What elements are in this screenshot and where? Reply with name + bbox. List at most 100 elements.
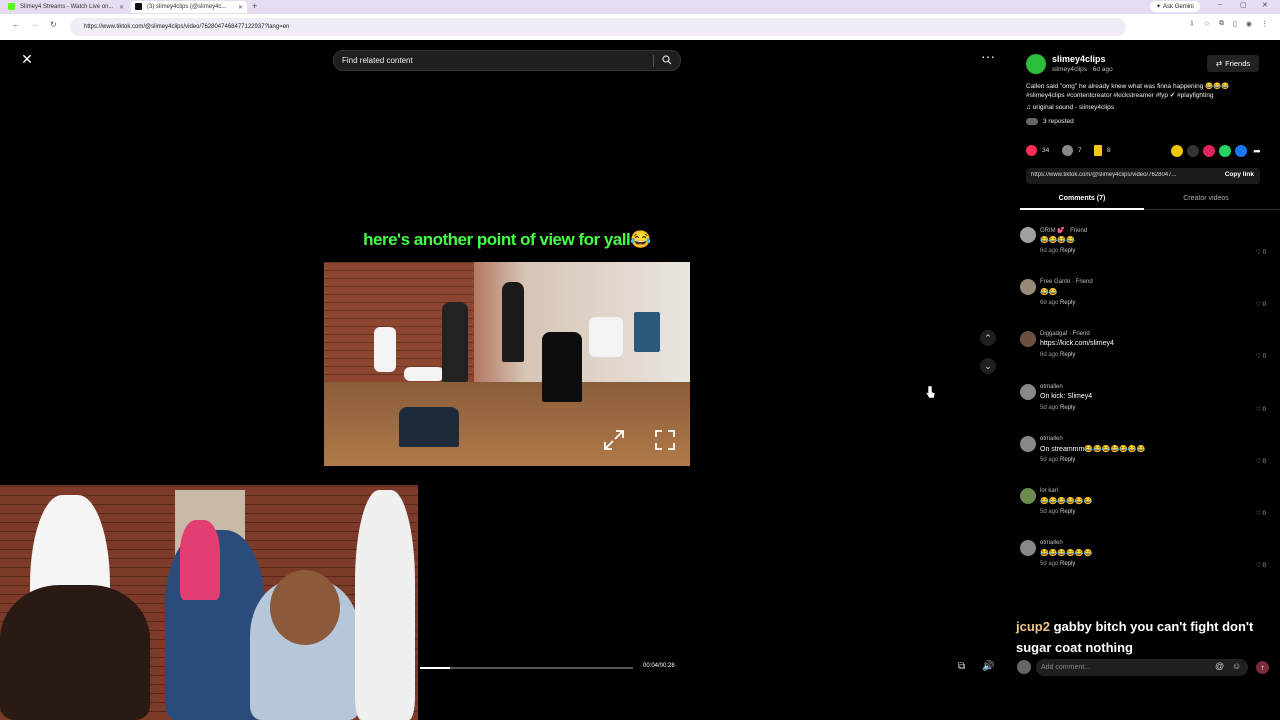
minimize-icon[interactable]: – <box>1218 1 1222 8</box>
new-tab-button[interactable]: + <box>252 1 257 11</box>
comment-item: GRIM 💕 · Friend 😂😂😂😂 6d ago Reply ♡ 0 <box>1020 227 1270 267</box>
close-tab-icon[interactable]: ✕ <box>238 4 243 11</box>
author-name[interactable]: slimey4clips <box>1052 54 1106 64</box>
reply-button[interactable]: Reply <box>1060 352 1075 358</box>
tab-strip: Slimey4 Streams - Watch Live on... ✕ (3)… <box>0 0 1280 14</box>
avatar[interactable] <box>1020 279 1036 296</box>
comment-like-button[interactable]: ♡ 0 <box>1256 562 1266 569</box>
avatar[interactable] <box>1020 540 1036 557</box>
search-icon[interactable] <box>662 55 672 65</box>
comment-like-button[interactable]: ♡ 0 <box>1256 510 1266 517</box>
friends-button[interactable]: ⇄ Friends <box>1207 55 1259 72</box>
avatar[interactable] <box>1020 435 1036 452</box>
comment-button[interactable]: 7 <box>1062 145 1082 156</box>
reply-button[interactable]: Reply <box>1060 248 1075 254</box>
sidebar-icon[interactable]: ▯ <box>1233 20 1237 28</box>
volume-icon[interactable]: 🔊 <box>982 661 996 675</box>
search-input[interactable]: Find related content <box>333 50 681 71</box>
post-link: https://www.tiktok.com/@slimey4clips/vid… <box>1031 172 1177 178</box>
friends-icon: ⇄ <box>1215 59 1223 68</box>
comment-like-count: 0 <box>1262 250 1266 256</box>
ask-gemini-button[interactable]: ✦ Ask Gemini <box>1150 1 1200 12</box>
more-options-icon[interactable]: ··· <box>978 49 998 66</box>
comment-author[interactable]: otmallen <box>1040 540 1063 546</box>
embed-icon[interactable] <box>1187 145 1199 157</box>
install-app-icon[interactable]: ⇩ <box>1189 20 1195 28</box>
comment-time: 5d ago <box>1040 509 1059 515</box>
fullscreen-icon[interactable] <box>653 428 677 452</box>
avatar[interactable] <box>1026 54 1046 74</box>
comment-author[interactable]: otmallen <box>1040 384 1063 390</box>
gaming-chair <box>542 332 582 402</box>
avatar[interactable] <box>1020 227 1036 243</box>
comment-like-count: 0 <box>1262 302 1266 309</box>
wood-floor <box>324 382 690 466</box>
comment-text: 😂😂😂😂 <box>1040 237 1075 244</box>
share-gold-icon[interactable] <box>1171 145 1183 157</box>
picture-in-picture-icon[interactable]: ⧉ <box>958 661 972 675</box>
expand-icon[interactable] <box>602 428 626 452</box>
address-bar[interactable]: https://www.tiktok.com/@slimey4clips/vid… <box>70 18 1126 36</box>
send-icon[interactable] <box>1203 145 1215 157</box>
kick-favicon-icon <box>8 3 15 10</box>
send-comment-button[interactable]: ↑ <box>1256 661 1269 674</box>
comment-time: 5d ago <box>1040 561 1059 568</box>
save-button[interactable]: 8 <box>1094 145 1111 156</box>
chat-username: jcup2 <box>1016 619 1050 634</box>
avatar[interactable] <box>1020 331 1036 348</box>
back-icon[interactable]: ← <box>12 20 20 29</box>
comment-time: 6d ago <box>1040 248 1059 254</box>
video-frame[interactable] <box>324 262 690 466</box>
comment-like-button[interactable]: ♡ 0 <box>1256 406 1266 413</box>
profile-avatar-icon[interactable]: ◉ <box>1246 20 1252 28</box>
chevron-down-icon[interactable]: ⌄ <box>980 358 996 374</box>
reply-button[interactable]: Reply <box>1060 561 1075 567</box>
chevron-up-icon[interactable]: ⌃ <box>980 330 996 346</box>
close-window-icon[interactable]: ✕ <box>1262 1 1268 9</box>
reply-button[interactable]: Reply <box>1060 405 1075 411</box>
sound-link[interactable]: ♫ original sound - slimey4clips <box>1026 104 1114 111</box>
emoji-icon[interactable]: ☺ <box>1232 661 1241 671</box>
comment-text: https://kick.com/slimey4 <box>1040 340 1114 348</box>
comment-author[interactable]: Free Ganto · Friend <box>1040 279 1093 285</box>
reply-button[interactable]: Reply <box>1060 509 1075 515</box>
avatar[interactable] <box>1020 383 1036 400</box>
menu-icon[interactable]: ⋮ <box>1261 20 1268 28</box>
close-tab-icon[interactable]: ✕ <box>119 4 124 11</box>
comment-like-button[interactable]: ♡ 0 <box>1256 249 1266 256</box>
whatsapp-icon[interactable] <box>1219 145 1231 157</box>
tab-creator-videos[interactable]: Creator videos <box>1144 192 1268 210</box>
browser-tab-kick[interactable]: Slimey4 Streams - Watch Live on... ✕ <box>4 1 128 13</box>
post-description: Callen said "omg" he already knew what w… <box>1026 83 1230 99</box>
comment-like-button[interactable]: ♡ 0 <box>1256 301 1266 308</box>
maximize-icon[interactable]: ▢ <box>1240 1 1247 9</box>
progress-bar[interactable] <box>420 667 633 669</box>
comment-item: Free Ganto · Friend 😂😂 6d ago Reply ♡ 0 <box>1020 279 1270 319</box>
facebook-icon[interactable] <box>1235 145 1247 157</box>
tab-title: Slimey4 Streams - Watch Live on... <box>20 4 114 10</box>
share-arrow-icon[interactable]: ➦ <box>1251 145 1263 157</box>
avatar[interactable] <box>1020 488 1036 504</box>
close-icon[interactable]: ✕ <box>18 50 36 68</box>
reply-button[interactable]: Reply <box>1060 457 1075 463</box>
browser-tab-tiktok[interactable]: (3) slimey4clips (@slimey4c... ✕ <box>131 1 247 13</box>
search-divider <box>653 55 654 67</box>
mention-icon[interactable]: @ <box>1215 661 1224 671</box>
comment-like-count: 0 <box>1262 511 1266 517</box>
tab-comments[interactable]: Comments (7) <box>1020 192 1144 210</box>
extensions-icon[interactable]: ⧉ <box>1219 20 1224 28</box>
comment-author[interactable]: otmallen <box>1040 436 1063 442</box>
reply-button[interactable]: Reply <box>1060 300 1075 306</box>
comment-author[interactable]: lor kari <box>1040 488 1058 494</box>
reload-icon[interactable]: ↻ <box>50 20 57 29</box>
comment-author[interactable]: GRIM 💕 · Friend <box>1040 227 1087 234</box>
share-icons: ➦ <box>1171 145 1263 157</box>
comment-like-button[interactable]: ♡ 0 <box>1256 458 1266 465</box>
comment-like-count: 0 <box>1262 406 1266 413</box>
comment-like-button[interactable]: ♡ 0 <box>1256 353 1266 360</box>
copy-link-button[interactable]: Copy link <box>1225 171 1254 178</box>
comment-author[interactable]: Diggadgaf · Friend <box>1040 331 1090 337</box>
forward-icon[interactable]: → <box>30 20 38 29</box>
bookmark-star-icon[interactable]: ☆ <box>1204 20 1210 28</box>
like-button[interactable]: 34 <box>1026 145 1049 156</box>
